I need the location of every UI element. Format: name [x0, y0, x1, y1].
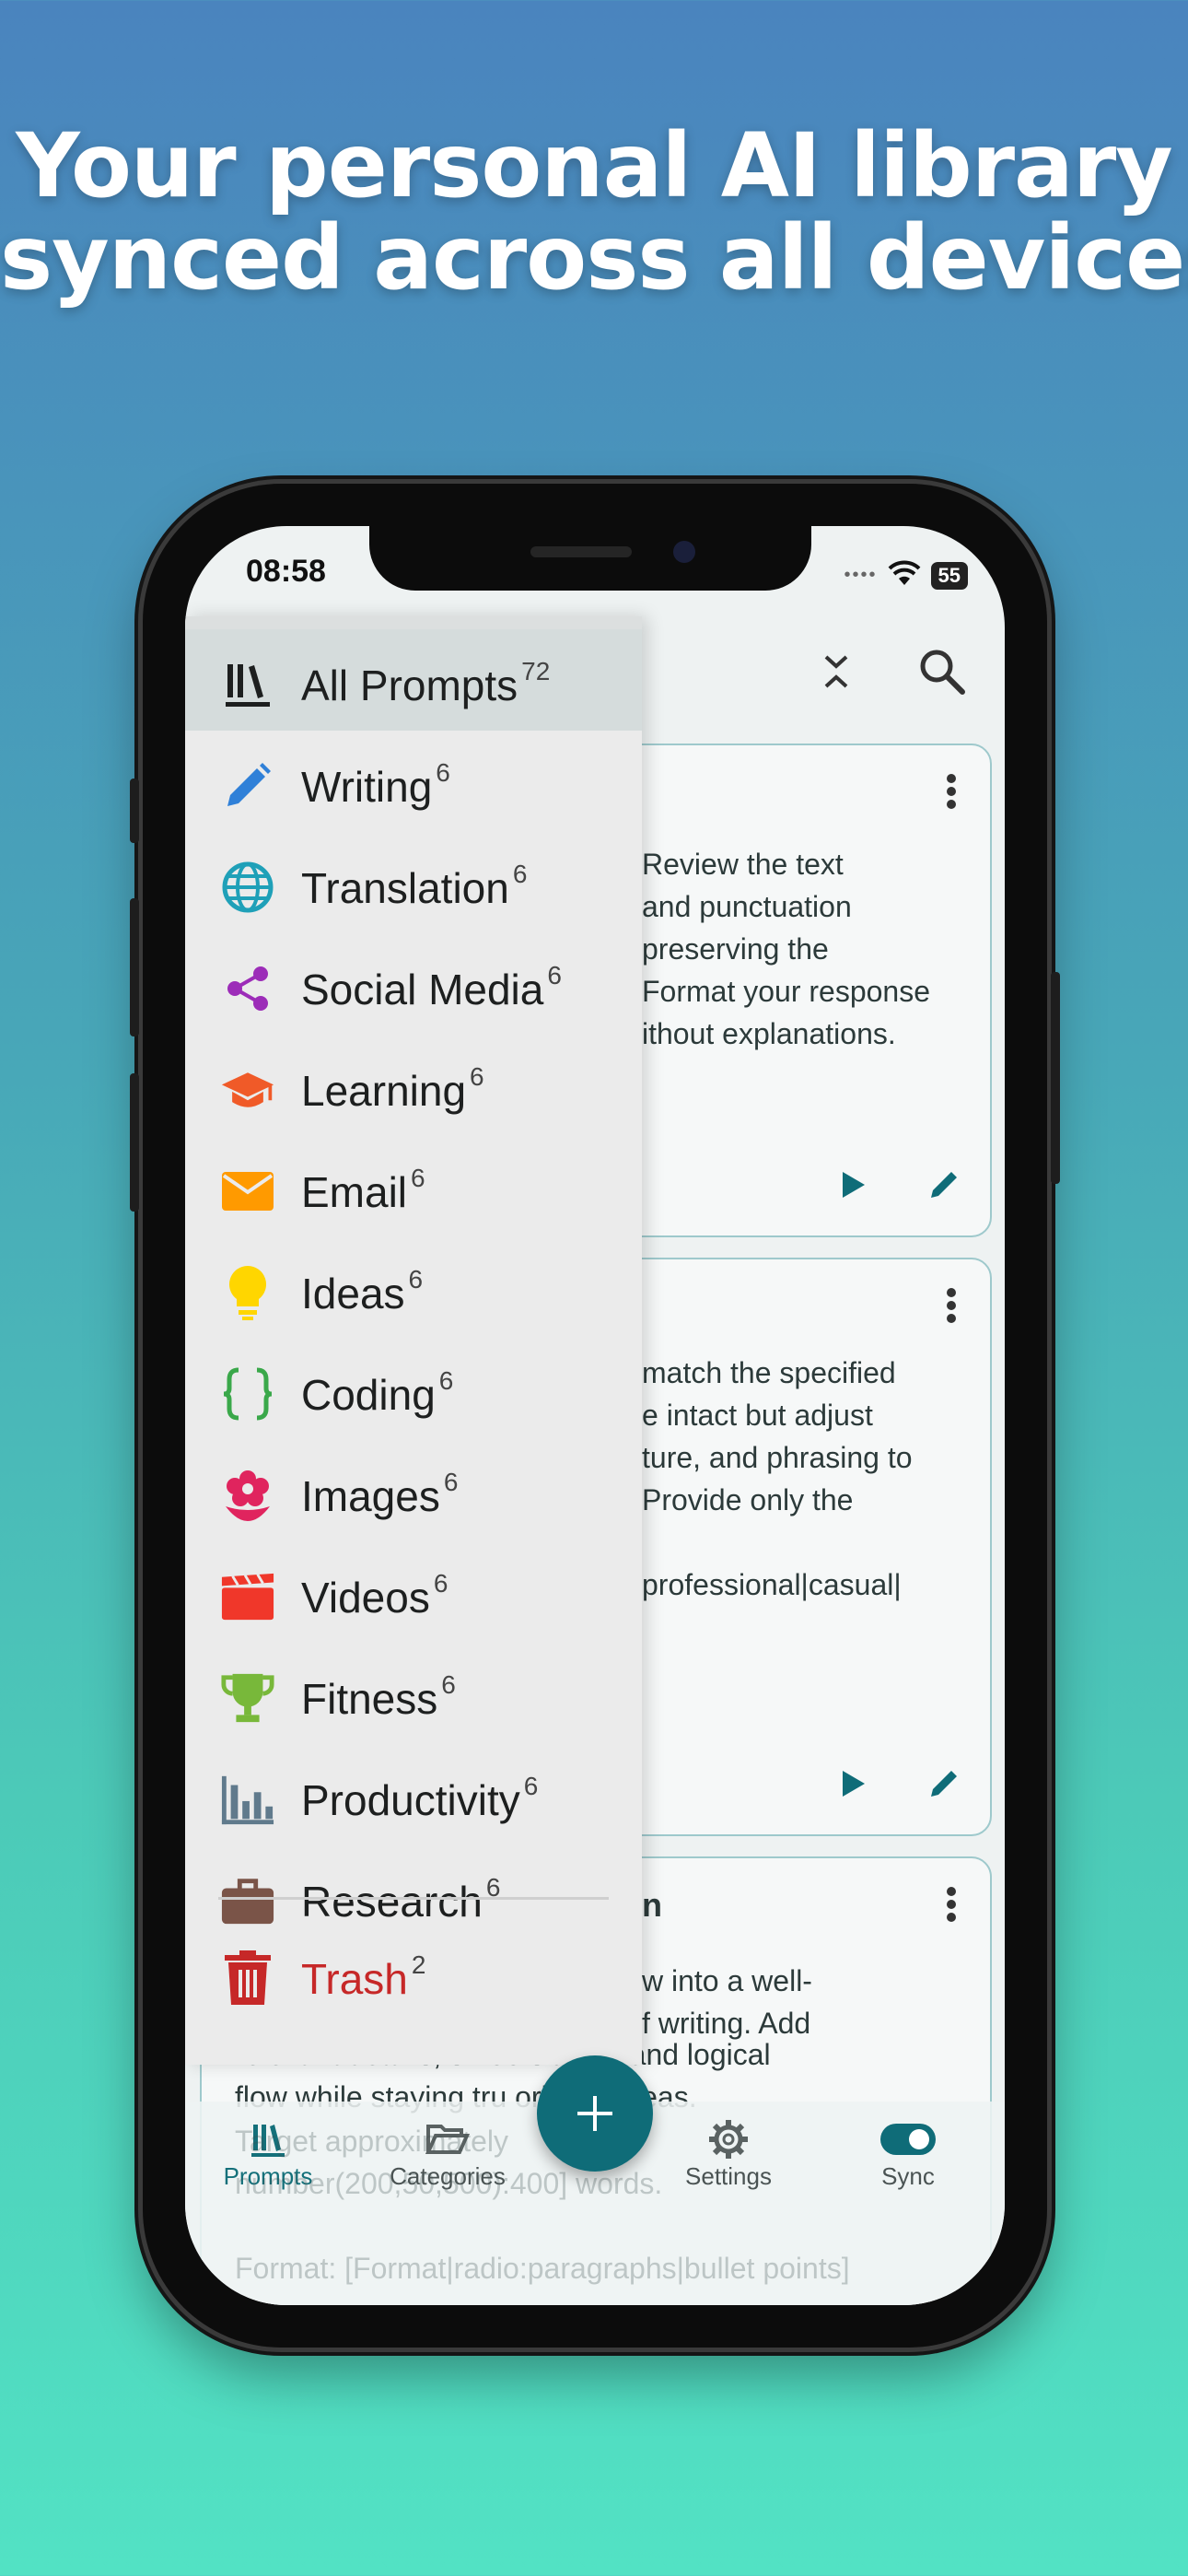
menu-item-writing[interactable]: Writing 6 [185, 731, 642, 832]
envelope-icon [220, 1164, 275, 1219]
menu-label: Research [301, 1878, 483, 1926]
card-description: match the specified e intact but adjust … [642, 1356, 913, 1601]
menu-count: 6 [411, 1164, 425, 1192]
card-description: w into a well- f writing. Add [642, 1964, 812, 2040]
edit-icon[interactable] [926, 1166, 962, 1208]
card-description: Review the text and punctuation preservi… [642, 848, 931, 1050]
nav-sync-label: Sync [881, 2162, 935, 2190]
headline-line-1: Your personal AI library [16, 114, 1173, 217]
menu-label: Images [301, 1472, 440, 1520]
phone-frame: 08:58 •••• 55 Review the text and punctu… [130, 484, 1060, 2348]
bar-chart-icon [220, 1772, 275, 1827]
silent-switch [130, 779, 139, 843]
battery-indicator: 55 [930, 561, 968, 590]
menu-count: 6 [433, 1569, 448, 1598]
menu-item-social-media[interactable]: Social Media 6 [185, 933, 642, 1035]
share-icon [220, 961, 275, 1016]
signal-icon: •••• [844, 565, 878, 585]
flower-icon [220, 1468, 275, 1523]
menu-item-email[interactable]: Email 6 [185, 1136, 642, 1237]
wifi-icon [887, 559, 922, 591]
search-icon[interactable] [916, 646, 968, 702]
play-icon[interactable] [833, 1166, 870, 1208]
status-time: 08:58 [246, 554, 326, 589]
front-camera [673, 541, 695, 563]
menu-count: 6 [443, 1468, 459, 1496]
card-title: n [642, 1886, 662, 1924]
menu-label: Learning [301, 1067, 467, 1115]
menu-count: 72 [521, 657, 551, 685]
play-icon[interactable] [833, 1765, 870, 1807]
headline: Your personal AI library synced across a… [0, 120, 1188, 304]
menu-count: 6 [470, 1062, 484, 1091]
menu-label: Ideas [301, 1270, 405, 1317]
menu-label: Translation [301, 864, 509, 912]
menu-count: 6 [408, 1265, 424, 1294]
category-menu: All Prompts 72 Writing 6 Translation 6 Soci… [185, 616, 642, 2065]
menu-label: Productivity [301, 1776, 520, 1824]
menu-divider [218, 1897, 609, 1900]
more-options-icon[interactable] [946, 1287, 957, 1329]
library-icon [220, 657, 275, 712]
menu-item-coding[interactable]: Coding 6 [185, 1339, 642, 1440]
menu-item-fitness[interactable]: Fitness 6 [185, 1643, 642, 1744]
headline-line-2: synced across all devices [0, 206, 1188, 310]
phone-screen: 08:58 •••• 55 Review the text and punctu… [185, 526, 1005, 2305]
pencil-icon [220, 758, 275, 814]
menu-item-translation[interactable]: Translation 6 [185, 832, 642, 933]
menu-label: Videos [301, 1574, 430, 1622]
more-options-icon[interactable] [946, 1886, 957, 1927]
trophy-icon [220, 1670, 275, 1726]
nav-sync[interactable]: Sync [825, 2116, 991, 2191]
menu-count: 6 [547, 961, 562, 989]
trash-icon [220, 1950, 275, 2006]
menu-item-images[interactable]: Images 6 [185, 1440, 642, 1541]
menu-count: 6 [441, 1670, 456, 1699]
volume-down-button [130, 1073, 139, 1212]
clapperboard-icon [220, 1569, 275, 1624]
menu-item-videos[interactable]: Videos 6 [185, 1541, 642, 1643]
notch [369, 526, 811, 591]
menu-count: 6 [523, 1772, 539, 1800]
menu-item-productivity[interactable]: Productivity 6 [185, 1744, 642, 1845]
menu-label: Trash [301, 1955, 408, 2003]
add-prompt-button[interactable] [537, 2055, 653, 2172]
menu-item-all-prompts[interactable]: All Prompts 72 [185, 629, 642, 731]
menu-label: Writing [301, 763, 433, 811]
menu-label: Social Media [301, 966, 544, 1013]
power-button [1051, 972, 1060, 1184]
menu-label: Fitness [301, 1675, 438, 1723]
graduation-cap-icon [220, 1062, 275, 1118]
plus-icon [577, 2096, 612, 2131]
volume-up-button [130, 898, 139, 1036]
menu-item-research[interactable]: Research 6 [185, 1845, 642, 1926]
menu-count: 6 [436, 758, 450, 787]
menu-item-trash[interactable]: Trash 2 [185, 1923, 642, 2024]
globe-icon [220, 860, 275, 915]
menu-label: All Prompts [301, 662, 518, 709]
card-text-faded: Target approximately number(200,50,500):… [235, 2125, 850, 2285]
braces-icon [220, 1366, 275, 1422]
lightbulb-icon [220, 1265, 275, 1320]
menu-count: 6 [438, 1366, 454, 1395]
more-options-icon[interactable] [946, 773, 957, 814]
briefcase-icon [220, 1873, 275, 1928]
menu-label: Email [301, 1168, 408, 1216]
menu-item-learning[interactable]: Learning 6 [185, 1035, 642, 1136]
menu-label: Coding [301, 1371, 436, 1419]
menu-count: 6 [512, 860, 528, 888]
toggle-on-icon [825, 2116, 991, 2162]
speaker [530, 546, 632, 557]
menu-count: 2 [411, 1950, 426, 1979]
edit-icon[interactable] [926, 1765, 962, 1807]
collapse-icon[interactable] [821, 651, 852, 697]
menu-item-ideas[interactable]: Ideas 6 [185, 1237, 642, 1339]
